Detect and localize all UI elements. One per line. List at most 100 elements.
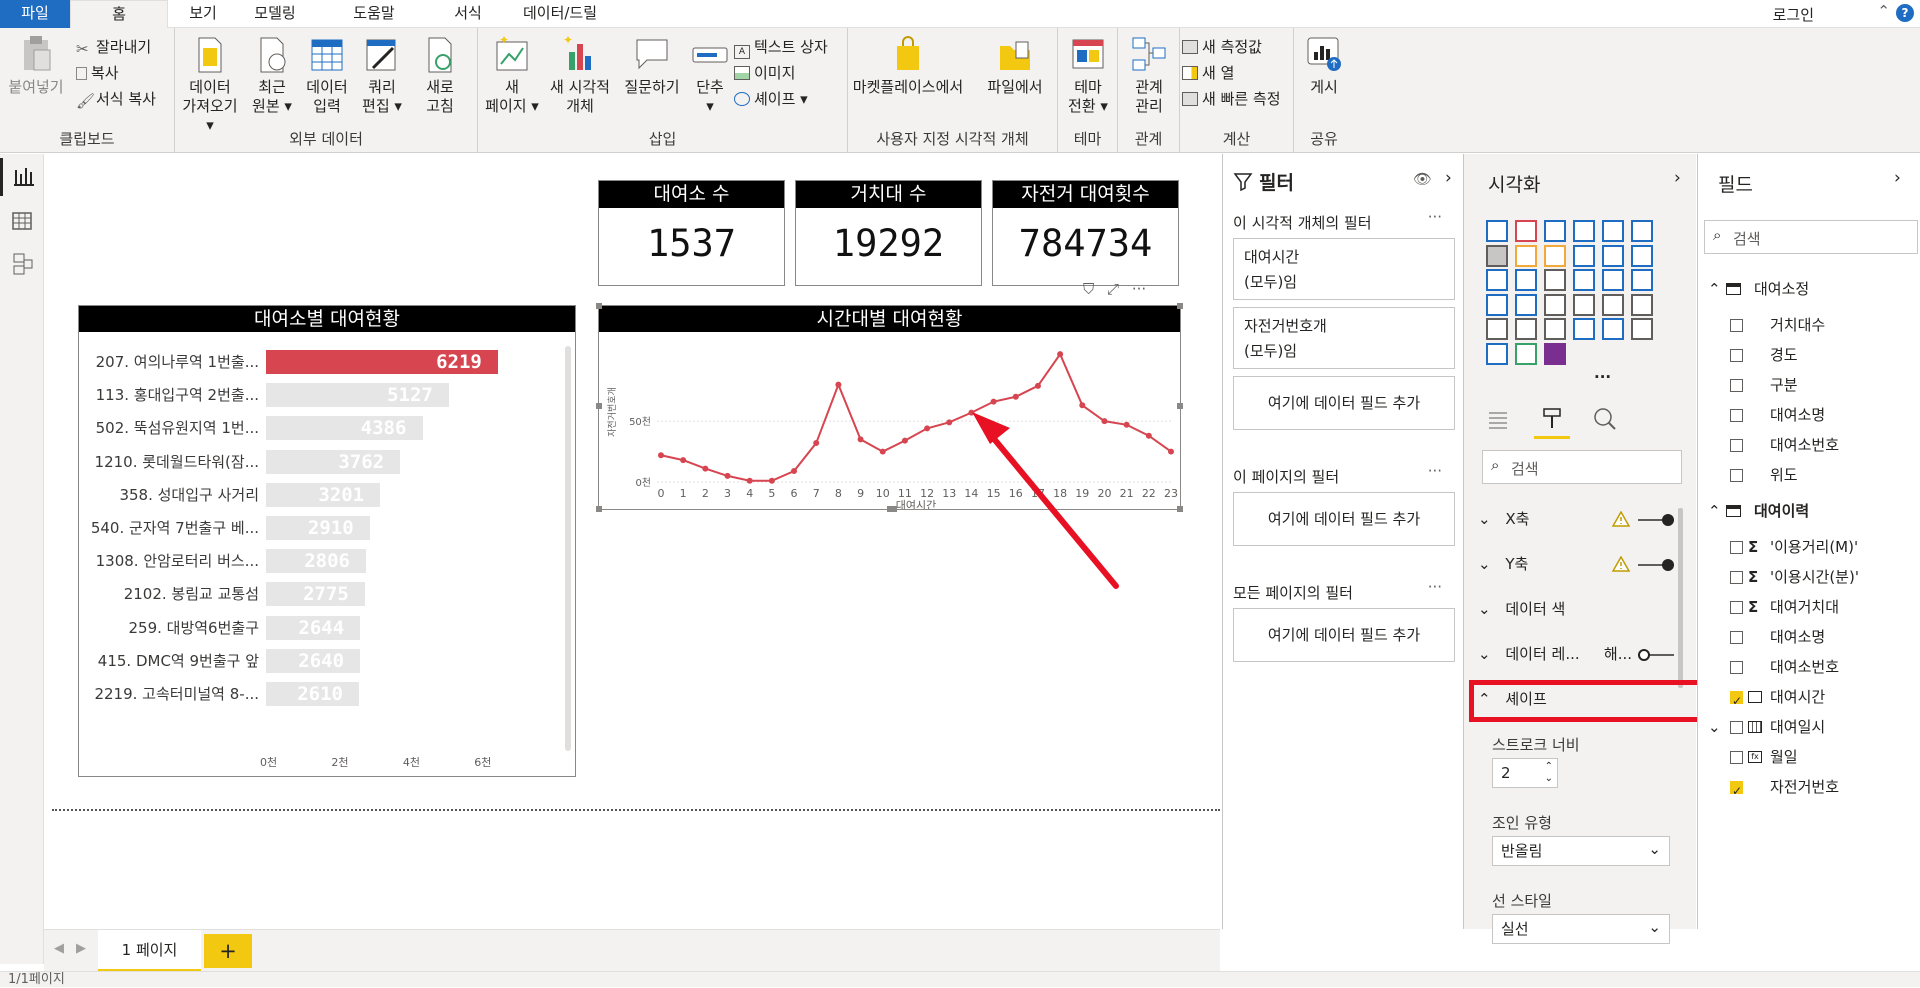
bar-chart-visual[interactable]: 대여소별 대여현황 207. 여의나루역 1번출... 6219 113. 홍대입구… bbox=[78, 305, 576, 777]
new-column-button[interactable]: 새 열 bbox=[1182, 62, 1234, 83]
fields-tab-icon[interactable] bbox=[1486, 408, 1510, 432]
field-checkbox[interactable] bbox=[1730, 571, 1743, 584]
line-visual-icon[interactable] bbox=[1486, 244, 1508, 267]
chevron-down-icon[interactable]: ⌄ bbox=[1545, 765, 1553, 793]
section-x-axis[interactable]: ⌄ X축 bbox=[1478, 504, 1688, 534]
card-visual-icon[interactable] bbox=[1573, 293, 1595, 316]
edit-queries-button[interactable]: 쿼리 편집 ▾ bbox=[355, 34, 409, 116]
filled-map-visual-icon[interactable] bbox=[1486, 293, 1508, 316]
x-axis-toggle[interactable] bbox=[1638, 514, 1674, 526]
bar-row[interactable]: 2102. 봉림교 교통섬 2775 bbox=[79, 580, 559, 608]
data-view-button[interactable] bbox=[0, 202, 44, 240]
marketplace-button[interactable]: 마켓플레이스에서 bbox=[852, 34, 964, 97]
bar-row[interactable]: 540. 군자역 7번출구 베... 2910 bbox=[79, 514, 559, 542]
kpi-visual-icon[interactable] bbox=[1631, 293, 1653, 316]
field-item[interactable]: 경도 bbox=[1698, 340, 1920, 370]
field-checkbox[interactable] bbox=[1730, 379, 1743, 392]
field-item[interactable]: 대여소번호 bbox=[1698, 652, 1920, 682]
shapes-button[interactable]: 셰이프 ▾ bbox=[734, 88, 808, 109]
paste-button[interactable]: 붙여넣기 bbox=[6, 34, 66, 97]
data-labels-toggle[interactable] bbox=[1638, 649, 1674, 661]
field-checkbox[interactable] bbox=[1730, 686, 1743, 716]
field-item[interactable]: 위도 bbox=[1698, 460, 1920, 490]
from-file-button[interactable]: 파일에서 bbox=[976, 34, 1054, 97]
section-data-labels[interactable]: ⌄ 데이터 레... 해... bbox=[1478, 639, 1688, 669]
bar-row[interactable]: 113. 홍대입구역 2번출... 5127 bbox=[79, 381, 559, 409]
fields-search-box[interactable]: ⌕ 검색 bbox=[1704, 220, 1918, 254]
python-visual-visual-icon[interactable] bbox=[1602, 318, 1624, 340]
resize-handle[interactable] bbox=[596, 403, 602, 409]
image-button[interactable]: 이미지 bbox=[734, 62, 795, 83]
eye-icon[interactable]: 👁 bbox=[1413, 170, 1432, 188]
field-checkbox[interactable] bbox=[1730, 776, 1743, 806]
cut-button[interactable]: ✂ 잘라내기 bbox=[76, 36, 151, 58]
field-item[interactable]: 거치대수 bbox=[1698, 310, 1920, 340]
manage-relations-button[interactable]: 관계 관리 bbox=[1122, 34, 1176, 116]
section-y-axis[interactable]: ⌄ Y축 bbox=[1478, 549, 1688, 579]
paint-roller-icon[interactable] bbox=[1540, 406, 1566, 432]
stacked-area-visual-icon[interactable] bbox=[1544, 244, 1566, 267]
field-checkbox[interactable] bbox=[1730, 439, 1743, 452]
chevron-right-icon[interactable]: › bbox=[1894, 168, 1901, 188]
login-link[interactable]: 로그인 bbox=[1773, 4, 1814, 25]
buttons-button[interactable]: 단추 ▾ bbox=[686, 34, 734, 116]
add-field-drop-page[interactable]: 여기에 데이터 필드 추가 bbox=[1233, 492, 1455, 546]
field-item[interactable]: 대여시간 bbox=[1698, 682, 1920, 716]
area-visual-icon[interactable] bbox=[1515, 244, 1537, 267]
new-measure-button[interactable]: 새 측정값 bbox=[1182, 36, 1262, 57]
field-checkbox[interactable] bbox=[1730, 721, 1743, 734]
report-view-button[interactable] bbox=[0, 158, 44, 196]
resize-handle[interactable] bbox=[596, 303, 602, 309]
tab-view[interactable]: 보기 bbox=[168, 0, 238, 28]
field-checkbox[interactable] bbox=[1730, 631, 1743, 644]
focus-mode-icon[interactable]: ⤢ bbox=[1107, 280, 1119, 298]
analytics-magnifier-icon[interactable] bbox=[1592, 406, 1618, 432]
collapse-ribbon-icon[interactable]: ⌃ bbox=[1877, 2, 1890, 20]
tab-modeling[interactable]: 모델링 bbox=[238, 0, 312, 28]
field-checkbox[interactable] bbox=[1730, 541, 1743, 554]
field-checkbox[interactable] bbox=[1730, 661, 1743, 674]
matrix-visual-icon[interactable] bbox=[1544, 318, 1566, 340]
section-data-color[interactable]: ⌄ 데이터 색 bbox=[1478, 594, 1688, 624]
tab-home[interactable]: 홈 bbox=[70, 0, 168, 29]
ribbon-visual-icon[interactable] bbox=[1631, 244, 1653, 267]
more-options-icon[interactable]: ··· bbox=[1428, 462, 1442, 480]
bar-row[interactable]: 358. 성대입구 사거리 3201 bbox=[79, 481, 559, 509]
recent-sources-button[interactable]: 최근 원본 ▾ bbox=[245, 34, 299, 116]
field-item[interactable]: ⌄ 대여일시 bbox=[1698, 712, 1920, 742]
qa-visual-visual-icon[interactable] bbox=[1486, 342, 1508, 365]
tab-data-drill[interactable]: 데이터/드릴 bbox=[500, 0, 620, 28]
tab-file[interactable]: 파일 bbox=[0, 0, 70, 28]
custom-visual-visual-icon[interactable] bbox=[1544, 342, 1566, 365]
field-checkbox[interactable] bbox=[1730, 349, 1743, 362]
format-painter-button[interactable]: 🖌서식 복사 bbox=[76, 88, 156, 110]
resize-handle[interactable] bbox=[887, 506, 897, 512]
chevron-down-icon[interactable]: ⌄ bbox=[1708, 712, 1721, 742]
join-type-dropdown[interactable]: 반올림 ⌄ bbox=[1492, 836, 1670, 866]
resize-handle[interactable] bbox=[1177, 303, 1183, 309]
clustered-bar-visual-icon[interactable] bbox=[1544, 220, 1566, 242]
100-bar-visual-icon[interactable] bbox=[1602, 220, 1624, 242]
field-item[interactable]: Σ '이용시간(분)' bbox=[1698, 562, 1920, 592]
multirow-card-visual-icon[interactable] bbox=[1602, 293, 1624, 316]
new-page-button[interactable]: ✦ 새 페이지 ▾ bbox=[484, 34, 540, 116]
scrollbar[interactable] bbox=[565, 346, 571, 751]
table-node[interactable]: ⌃ 대여이력 bbox=[1698, 496, 1920, 526]
tab-format[interactable]: 서식 bbox=[436, 0, 500, 28]
switch-theme-button[interactable]: 테마 전환 ▾ bbox=[1060, 34, 1116, 116]
resize-handle[interactable] bbox=[1177, 506, 1183, 512]
bar-row[interactable]: 1210. 롯데월드타워(잠... 3762 bbox=[79, 448, 559, 476]
copy-button[interactable]: 복사 bbox=[76, 62, 119, 83]
100-column-visual-icon[interactable] bbox=[1631, 220, 1653, 242]
field-item[interactable]: fx 월일 bbox=[1698, 742, 1920, 772]
bar-row[interactable]: 1308. 안암로터리 버스... 2806 bbox=[79, 547, 559, 575]
stacked-bar-visual-icon[interactable] bbox=[1486, 220, 1508, 242]
bar-row[interactable]: 259. 대방역6번출구 2644 bbox=[79, 614, 559, 642]
waterfall-visual-icon[interactable] bbox=[1486, 269, 1508, 291]
help-icon[interactable]: ? bbox=[1896, 4, 1914, 22]
gauge-visual-icon[interactable] bbox=[1544, 293, 1566, 316]
refresh-button[interactable]: 새로 고침 bbox=[415, 34, 465, 116]
line-style-dropdown[interactable]: 실선 ⌄ bbox=[1492, 914, 1670, 944]
field-item[interactable]: Σ '이용거리(M)' bbox=[1698, 532, 1920, 562]
card-stations[interactable]: 대여소 수 1537 bbox=[598, 180, 785, 286]
